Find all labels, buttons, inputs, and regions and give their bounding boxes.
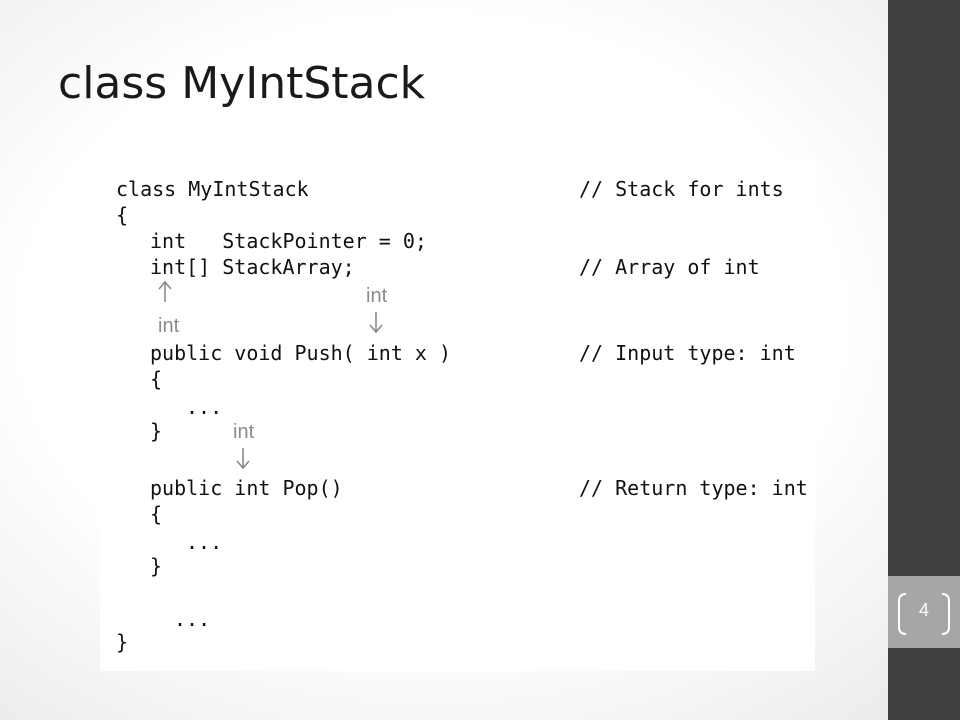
- arrow-down-icon: [369, 312, 383, 334]
- code-line-push-body: ...: [186, 395, 223, 419]
- comment-return-type: // Return type: int: [579, 476, 808, 500]
- annotation-int-element-type: int: [158, 315, 180, 337]
- page-number: 4: [918, 600, 929, 620]
- code-line-open-brace: {: [116, 203, 129, 227]
- arrow-up-icon: [158, 280, 172, 302]
- comment-stack-for-ints: // Stack for ints: [579, 177, 784, 201]
- code-line-pop-close-brace: }: [150, 554, 163, 578]
- code-line-pop-body: ...: [186, 530, 223, 554]
- code-line-class-body: ...: [174, 607, 211, 631]
- code-line-close-brace: }: [116, 630, 129, 654]
- code-line-class-decl: class MyIntStack: [116, 177, 309, 201]
- code-line-push-signature: public void Push( int x ): [150, 341, 452, 365]
- code-line-stack-pointer: int StackPointer = 0;: [150, 229, 427, 253]
- code-line-push-close-brace: }: [150, 419, 163, 443]
- arrow-down-icon: [236, 448, 250, 470]
- annotation-int-push-param: int: [366, 285, 388, 307]
- code-line-stack-array: int[] StackArray;: [150, 255, 355, 279]
- code-line-push-open-brace: {: [150, 367, 163, 391]
- slide-title: class MyIntStack: [58, 58, 426, 109]
- code-line-pop-signature: public int Pop(): [150, 476, 343, 500]
- code-line-pop-open-brace: {: [150, 502, 163, 526]
- annotation-int-pop-return: int: [233, 421, 255, 443]
- comment-array-of-int: // Array of int: [579, 255, 760, 279]
- comment-input-type: // Input type: int: [579, 341, 796, 365]
